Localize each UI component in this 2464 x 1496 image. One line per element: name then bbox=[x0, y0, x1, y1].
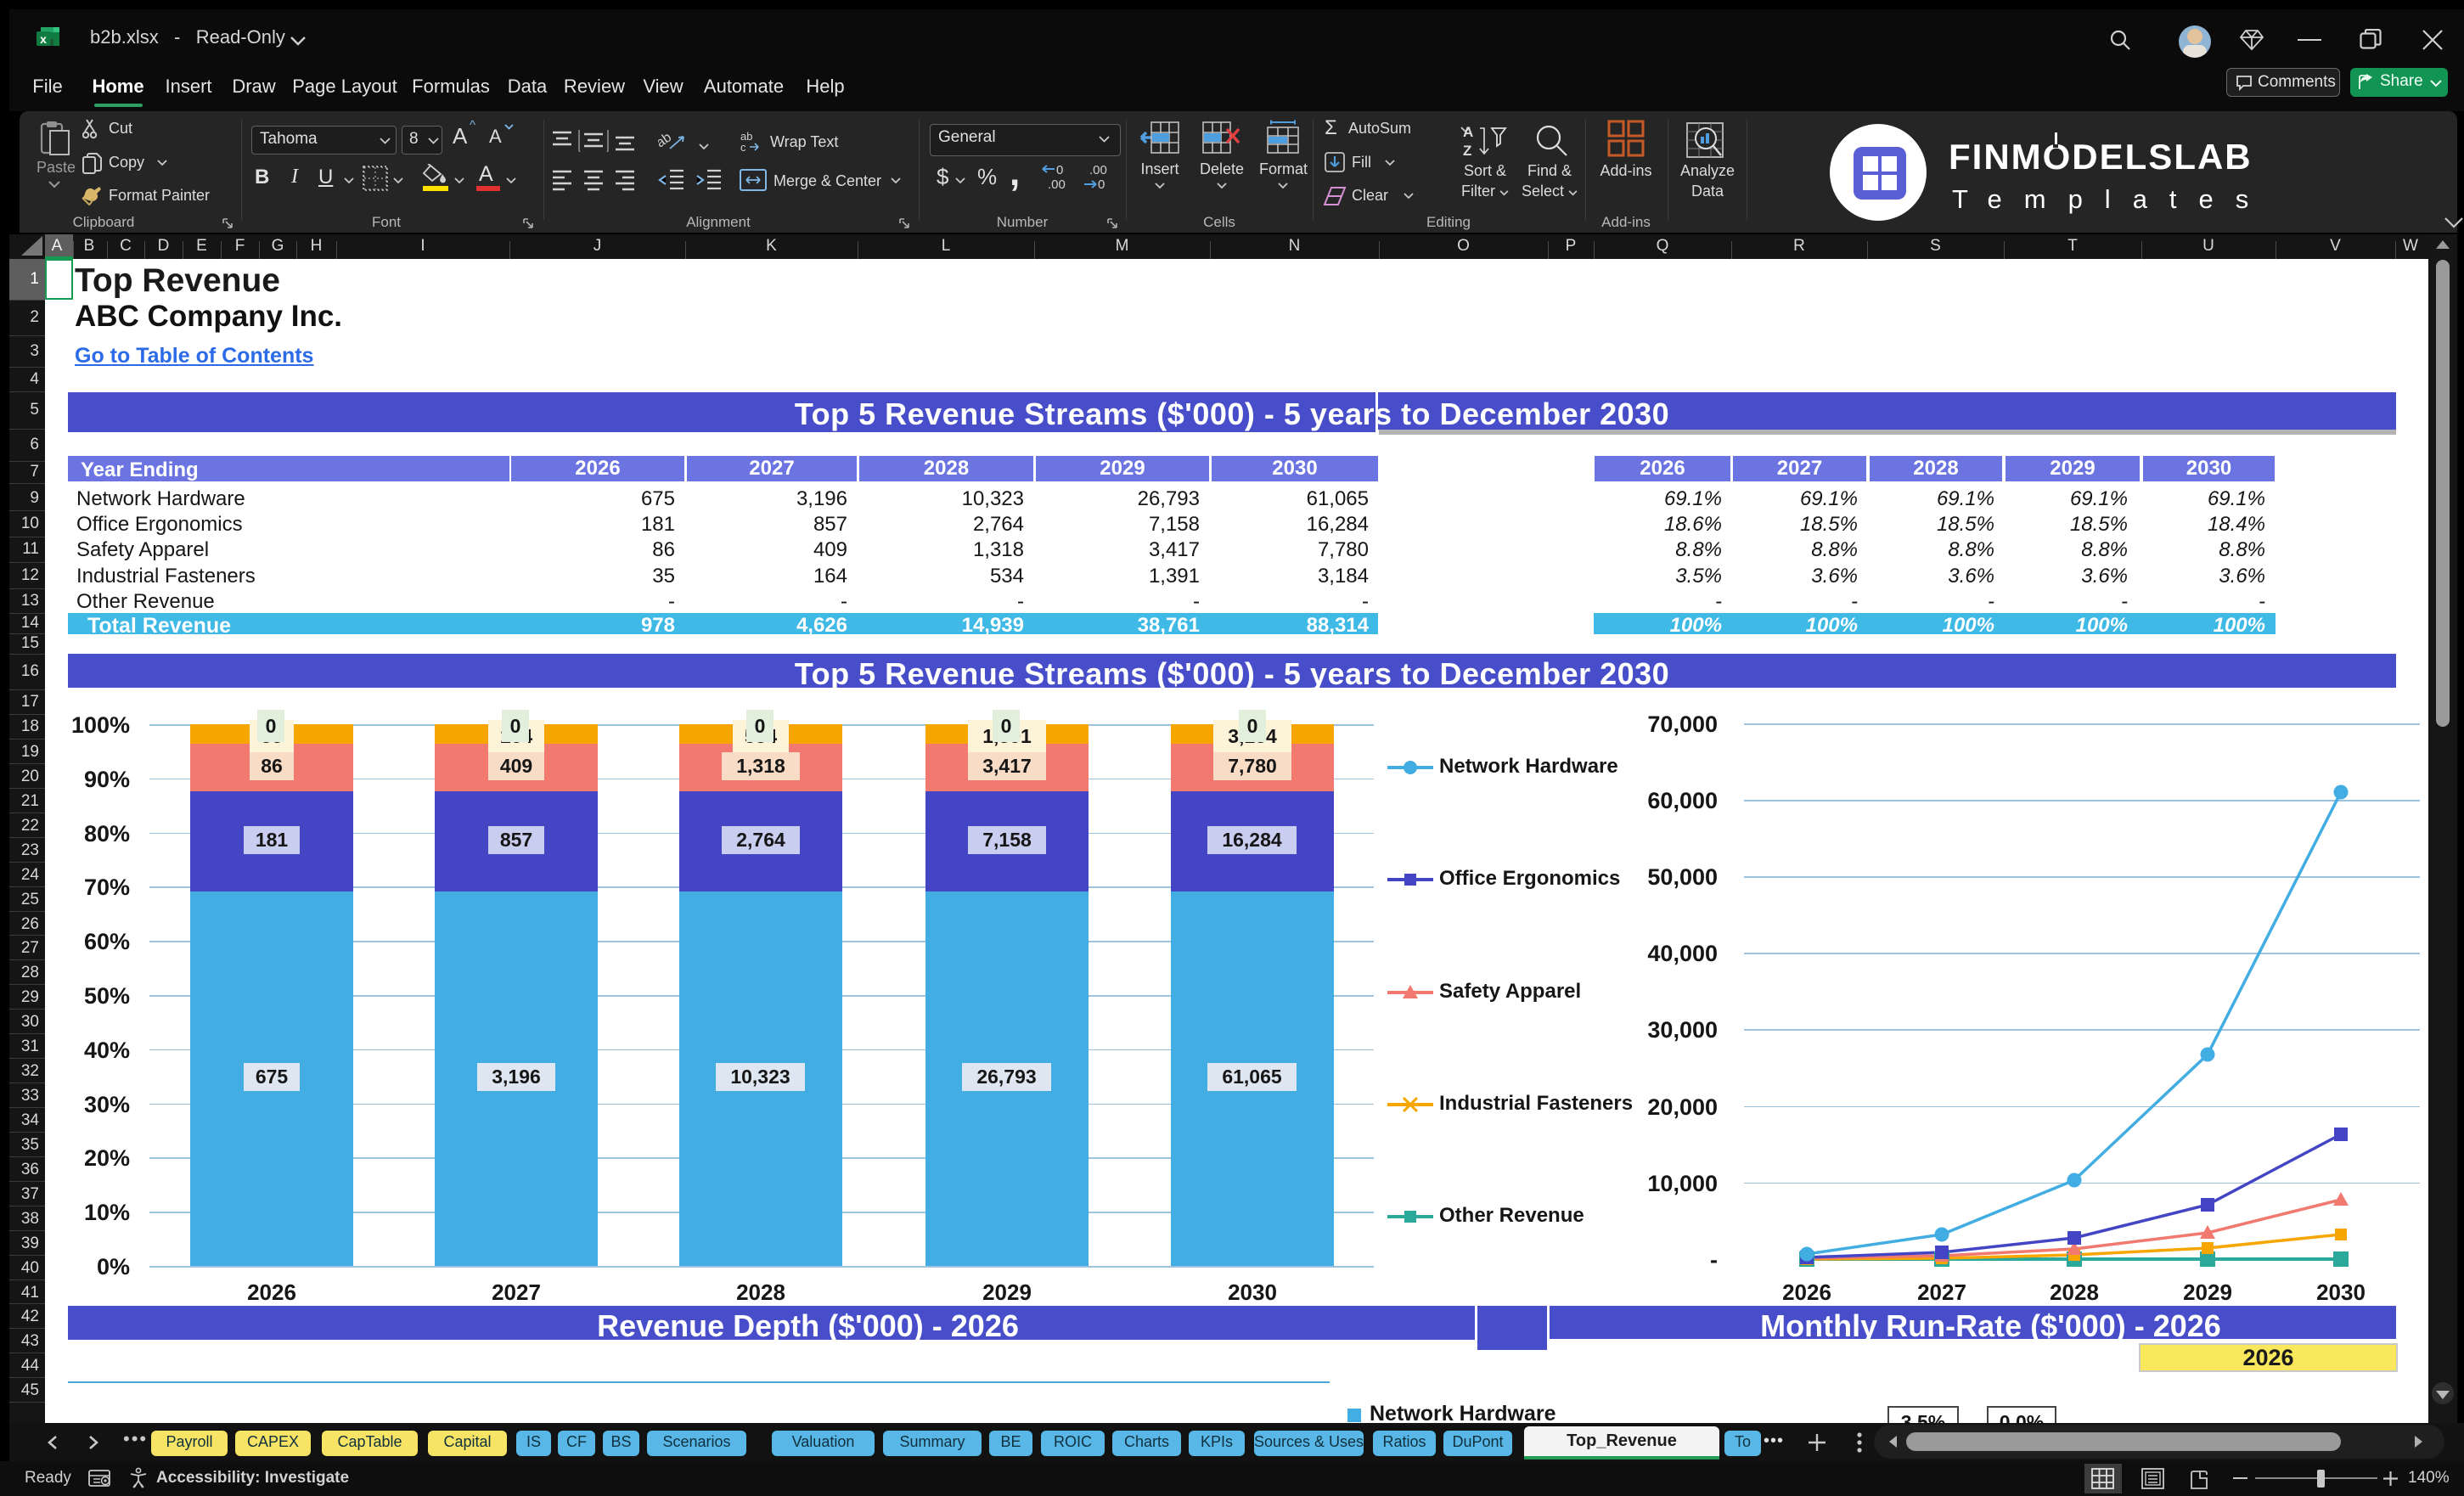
svg-text:0: 0 bbox=[1056, 163, 1063, 177]
svg-text:0: 0 bbox=[1098, 177, 1105, 191]
svg-text:Z: Z bbox=[1463, 143, 1471, 159]
svg-text:.00: .00 bbox=[1048, 177, 1066, 191]
svg-text:c: c bbox=[740, 141, 746, 154]
svg-text:.00: .00 bbox=[1089, 163, 1107, 177]
svg-text:A: A bbox=[1463, 124, 1473, 140]
svg-text:x: x bbox=[40, 32, 47, 46]
